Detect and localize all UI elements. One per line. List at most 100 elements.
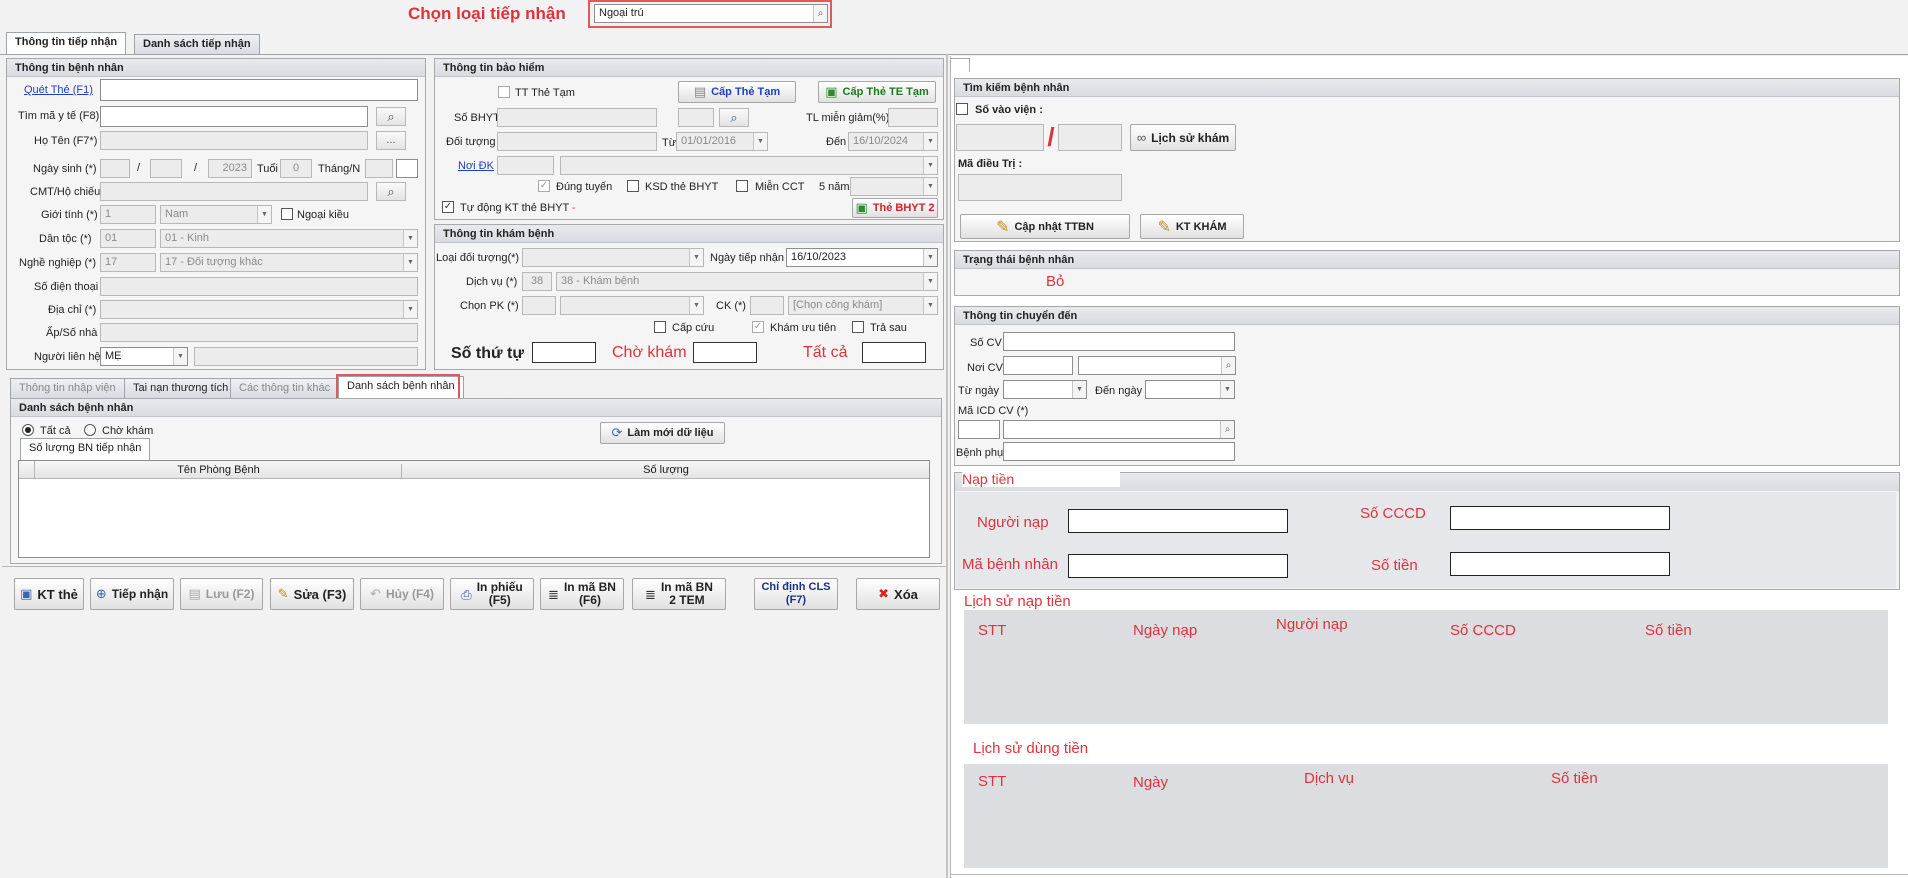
splitter[interactable] — [946, 54, 948, 878]
bhyt-card2-button[interactable]: ▣ Thẻ BHYT 2 — [852, 198, 938, 218]
gender-select[interactable]: Nam ▼ — [160, 205, 272, 224]
cv-no-input[interactable] — [1003, 332, 1235, 351]
from-date[interactable]: 01/01/2016 ▼ — [676, 132, 768, 151]
find-code-search-icon[interactable]: ⌕ — [376, 107, 406, 126]
admission-no-input-1[interactable] — [956, 124, 1044, 151]
bhyt-extra-input[interactable] — [678, 108, 714, 127]
temp-te-card-button[interactable]: ▣ Cấp Thẻ TE Tạm — [818, 81, 936, 103]
icd-code-input[interactable] — [958, 420, 1000, 439]
edit-button[interactable]: ✎ Sửa (F3) — [270, 578, 354, 610]
icd-input[interactable]: ⌕ — [1003, 420, 1235, 439]
usage-col-stt[interactable]: STT — [978, 773, 1006, 790]
ck-select[interactable]: [Chọn công khám] ▼ — [788, 296, 938, 315]
five-years-select[interactable]: ▼ — [850, 177, 938, 196]
month-input[interactable] — [365, 159, 393, 178]
kt-exam-button[interactable]: ✎ KT KHÁM — [1140, 214, 1244, 239]
hamlet-input[interactable] — [100, 323, 418, 342]
id-card-input[interactable] — [100, 182, 368, 201]
update-info-button[interactable]: ✎ Cập nhật TTBN — [960, 214, 1130, 239]
sub-disease-input[interactable] — [1003, 442, 1235, 461]
exempt-checkbox[interactable] — [736, 180, 748, 192]
job-select[interactable]: 17 - Đối tượng khác ▼ — [160, 253, 418, 272]
radio-waiting[interactable] — [84, 424, 96, 436]
phone-input[interactable] — [100, 277, 418, 296]
room-select[interactable]: ▼ — [560, 296, 704, 315]
history-col-amount[interactable]: Số tiền — [1645, 622, 1692, 639]
job-code[interactable]: 17 — [100, 253, 156, 272]
history-col-stt[interactable]: STT — [978, 622, 1006, 639]
cv-place-code[interactable] — [1003, 356, 1073, 375]
ck-code[interactable] — [750, 296, 784, 315]
address-select[interactable]: ▼ — [100, 300, 418, 319]
history-col-payer[interactable]: Người nạp — [1276, 616, 1348, 633]
month-unit-input[interactable] — [396, 159, 418, 178]
usage-col-amount[interactable]: Số tiền — [1551, 770, 1598, 787]
tab-other-info[interactable]: Các thông tin khác — [230, 378, 340, 398]
column-header-count[interactable]: Số lượng — [403, 464, 929, 476]
pay-later-checkbox[interactable] — [852, 321, 864, 333]
receive-date-input[interactable]: 16/10/2023 ▼ — [786, 248, 938, 267]
right-tab-stub[interactable] — [950, 58, 970, 72]
find-code-input[interactable] — [100, 106, 368, 127]
usage-col-date[interactable]: Ngày — [1133, 774, 1168, 791]
discount-input[interactable] — [888, 108, 938, 127]
temp-card-button[interactable]: ▤ Cấp Thẻ Tạm — [678, 81, 796, 103]
correct-route-checkbox[interactable]: ✓ — [538, 180, 550, 192]
service-select[interactable]: 38 - Khám bệnh ▼ — [556, 272, 938, 291]
reg-place-code[interactable] — [497, 156, 554, 175]
dob-month[interactable] — [150, 159, 182, 178]
scan-card-link[interactable]: Quét Thẻ (F1) — [24, 84, 93, 96]
payer-input[interactable] — [1068, 509, 1288, 533]
contact-detail-input[interactable] — [194, 347, 418, 366]
waiting-input[interactable] — [693, 342, 757, 363]
refresh-button[interactable]: ⟳ Làm mới dữ liệu — [600, 422, 725, 444]
tab-receive-info[interactable]: Thông tin tiếp nhận — [6, 32, 127, 54]
queue-no-input[interactable] — [532, 342, 596, 363]
subject-type-select[interactable]: ▼ — [522, 248, 704, 267]
exam-history-button[interactable]: ∞ Lịch sử khám — [1130, 124, 1236, 151]
print-tem-button[interactable]: ≣ In mã BN 2 TEM — [632, 578, 726, 610]
print-form-button[interactable]: ⎙ In phiếu (F5) — [450, 578, 534, 610]
print-code-button[interactable]: ≣ In mã BN (F6) — [540, 578, 624, 610]
subject-input[interactable] — [497, 132, 657, 151]
dob-year[interactable]: 2023 — [208, 159, 252, 178]
from-date-input[interactable]: ▼ — [1003, 380, 1087, 399]
cv-place-input[interactable]: ⌕ — [1078, 356, 1236, 375]
name-more-button[interactable]: ... — [376, 131, 406, 150]
tab-admission-info[interactable]: Thông tin nhập viện — [10, 378, 125, 398]
ethnic-code[interactable]: 01 — [100, 229, 156, 248]
cls-button[interactable]: Chỉ định CLS (F7) — [754, 578, 838, 610]
cccd-input[interactable] — [1450, 506, 1670, 530]
amount-input[interactable] — [1450, 552, 1670, 576]
foreign-checkbox[interactable] — [281, 208, 293, 220]
ksd-checkbox[interactable] — [627, 180, 639, 192]
tab-injury[interactable]: Tai nạn thương tích — [124, 378, 238, 398]
admission-no-input-2[interactable] — [1058, 124, 1122, 151]
tab-receive-list[interactable]: Danh sách tiếp nhận — [134, 34, 260, 54]
name-input[interactable] — [100, 131, 368, 150]
gender-code[interactable]: 1 — [100, 205, 156, 224]
id-card-search-icon[interactable]: ⌕ — [376, 182, 406, 201]
contact-select[interactable]: MẸ ▼ — [100, 347, 188, 366]
bhyt-search-icon[interactable]: ⌕ — [719, 108, 749, 127]
to-date[interactable]: 16/10/2024 ▼ — [848, 132, 938, 151]
patient-code-input[interactable] — [1068, 554, 1288, 578]
all-input[interactable] — [862, 342, 926, 363]
receive-button[interactable]: ⊕ Tiếp nhận — [90, 578, 174, 610]
tab-patient-count[interactable]: Số lượng BN tiếp nhận — [20, 438, 151, 460]
ethnic-select[interactable]: 01 - Kinh ▼ — [160, 229, 418, 248]
age-input[interactable]: 0 — [280, 159, 312, 178]
room-code[interactable] — [522, 296, 556, 315]
temp-card-checkbox[interactable] — [498, 86, 510, 98]
admission-checkbox[interactable] — [956, 103, 968, 115]
to-date-input[interactable]: ▼ — [1145, 380, 1235, 399]
cancel-button[interactable]: ↶ Hủy (F4) — [360, 578, 444, 610]
radio-all[interactable] — [22, 424, 34, 436]
column-header-room[interactable]: Tên Phòng Bệnh — [36, 464, 402, 479]
usage-col-service[interactable]: Dịch vụ — [1304, 770, 1354, 787]
reg-place-link[interactable]: Nơi ĐK — [458, 160, 494, 172]
reg-place-select[interactable]: ▼ — [560, 156, 938, 175]
bhyt-no-input[interactable] — [497, 108, 657, 127]
delete-button[interactable]: ✖ Xóa — [856, 578, 940, 610]
history-col-cccd[interactable]: Số CCCD — [1450, 622, 1516, 639]
